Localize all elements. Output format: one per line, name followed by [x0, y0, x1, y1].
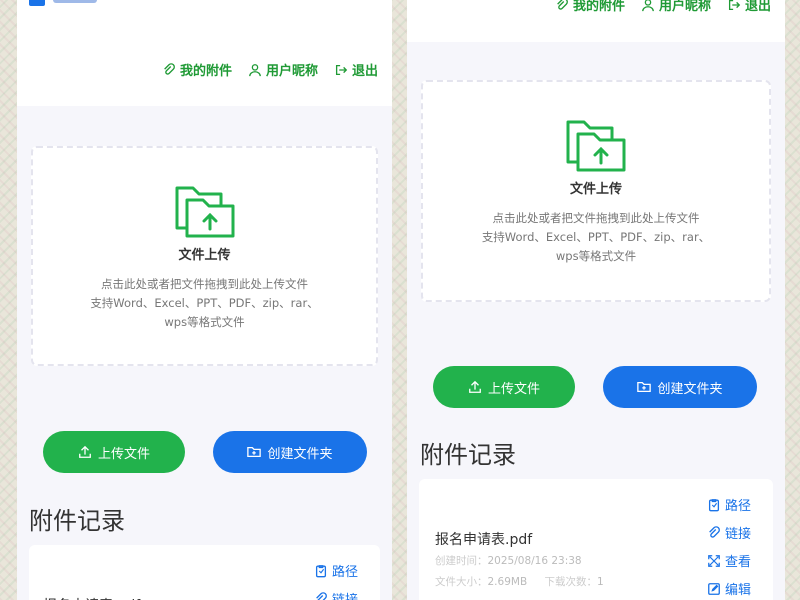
size-value: 2.69MB [487, 576, 528, 588]
upload-icon [469, 380, 481, 393]
edit-action[interactable]: 编辑 [707, 579, 751, 598]
upload-dropzone[interactable]: 文件上传 点击此处或者把文件拖拽到此处上传文件 支持Word、Excel、PPT… [31, 146, 378, 366]
create-folder-label: 创建文件夹 [267, 446, 333, 462]
created-label: 创建时间： [435, 555, 488, 567]
file-name[interactable]: 报名申请表.pdf [43, 595, 140, 600]
link-label: 链接 [724, 527, 751, 542]
upload-hint-line: wps等格式文件 [555, 249, 637, 263]
logout-icon [335, 64, 348, 75]
edit-icon [708, 582, 720, 595]
records-title: 附件记录 [420, 441, 516, 469]
logout-link[interactable]: 退出 [727, 0, 771, 14]
upload-file-button[interactable]: 上传文件 [433, 366, 575, 408]
app-logo [29, 0, 97, 6]
upload-hint: 点击此处或者把文件拖拽到此处上传文件 支持Word、Excel、PPT、PDF、… [33, 275, 376, 332]
upload-title: 文件上传 [569, 182, 622, 197]
size-label: 文件大小： [435, 576, 488, 588]
create-folder-button[interactable]: 创建文件夹 [603, 366, 757, 408]
create-folder-button[interactable]: 创建文件夹 [213, 431, 367, 473]
upload-hint-line: 点击此处或者把文件拖拽到此处上传文件 [492, 211, 700, 225]
link-label: 链接 [332, 589, 358, 600]
upload-icon [79, 445, 91, 458]
nickname-link[interactable]: 用户昵称 [248, 60, 318, 79]
expand-icon [708, 554, 720, 567]
clipboard-icon [315, 564, 327, 577]
upload-hint-line: 支持Word、Excel、PPT、PDF、zip、rar、 [90, 296, 319, 310]
upload-title: 文件上传 [178, 248, 231, 263]
folder-upload-icon [175, 186, 234, 238]
folder-add-icon [247, 446, 262, 458]
folder-add-icon [637, 381, 652, 393]
nickname-label: 用户昵称 [658, 0, 711, 14]
upload-hint-line: wps等格式文件 [164, 315, 245, 329]
downloads-label: 下载次数： [544, 576, 598, 588]
top-nav: 我的附件 用户昵称 退出 [162, 60, 378, 79]
user-icon [249, 63, 261, 76]
paperclip-icon [557, 0, 568, 10]
my-attachments-link[interactable]: 我的附件 [555, 0, 625, 14]
file-size-meta: 文件大小：2.69MB 下载次数：1 [435, 574, 604, 589]
upload-file-label: 上传文件 [97, 446, 150, 462]
edit-label: 编辑 [724, 583, 751, 598]
nickname-label: 用户昵称 [265, 64, 318, 79]
path-action[interactable]: 路径 [314, 561, 358, 580]
view-action[interactable]: 查看 [707, 551, 751, 570]
upload-dropzone[interactable]: 文件上传 点击此处或者把文件拖拽到此处上传文件 支持Word、Excel、PPT… [421, 80, 771, 302]
create-folder-label: 创建文件夹 [657, 381, 723, 397]
nickname-link[interactable]: 用户昵称 [641, 0, 711, 14]
link-action[interactable]: 链接 [314, 589, 358, 600]
my-attachments-label: 我的附件 [572, 0, 625, 14]
link-action[interactable]: 链接 [707, 523, 751, 542]
link-icon [709, 525, 720, 538]
logout-link[interactable]: 退出 [334, 60, 378, 79]
created-value: 2025/08/16 23:38 [487, 555, 582, 567]
my-attachments-label: 我的附件 [179, 64, 232, 79]
clipboard-icon [708, 498, 720, 511]
file-created-meta: 创建时间：2025/08/16 23:38 [435, 553, 582, 568]
path-label: 路径 [724, 499, 751, 514]
logout-icon [728, 0, 741, 10]
logout-label: 退出 [351, 64, 378, 79]
upload-hint-line: 支持Word、Excel、PPT、PDF、zip、rar、 [481, 230, 711, 244]
path-action[interactable]: 路径 [707, 495, 751, 514]
link-icon [316, 591, 327, 600]
folder-upload-icon [566, 120, 626, 172]
path-label: 路径 [331, 565, 358, 580]
upload-file-label: 上传文件 [487, 381, 540, 397]
file-record-card: 报名申请表.pdf 创建时间：2025/08/16 23:38 文件大小：2.6… [419, 479, 773, 600]
user-icon [642, 0, 654, 11]
paperclip-icon [164, 62, 175, 75]
upload-hint-line: 点击此处或者把文件拖拽到此处上传文件 [101, 277, 308, 291]
header: 我的附件 用户昵称 退出 [407, 0, 785, 42]
left-phone-screen: 我的附件 用户昵称 退出 文件上传 点击此处或者把文件拖拽到此处上传文件 支持W… [17, 0, 392, 600]
downloads-value: 1 [597, 576, 604, 588]
file-name[interactable]: 报名申请表.pdf [435, 529, 532, 549]
file-record-card: 路径 链接 报名申请表.pdf [29, 545, 380, 600]
logout-label: 退出 [744, 0, 771, 14]
view-label: 查看 [724, 555, 751, 570]
top-nav: 我的附件 用户昵称 退出 [555, 0, 771, 14]
upload-hint: 点击此处或者把文件拖拽到此处上传文件 支持Word、Excel、PPT、PDF、… [423, 209, 769, 266]
records-title: 附件记录 [29, 507, 125, 535]
header: 我的附件 用户昵称 退出 [17, 0, 392, 106]
my-attachments-link[interactable]: 我的附件 [162, 60, 232, 79]
upload-file-button[interactable]: 上传文件 [43, 431, 185, 473]
right-phone-screen: 我的附件 用户昵称 退出 文件上传 点击此处或者把文件拖拽到此处上传文件 支持W… [407, 0, 785, 600]
